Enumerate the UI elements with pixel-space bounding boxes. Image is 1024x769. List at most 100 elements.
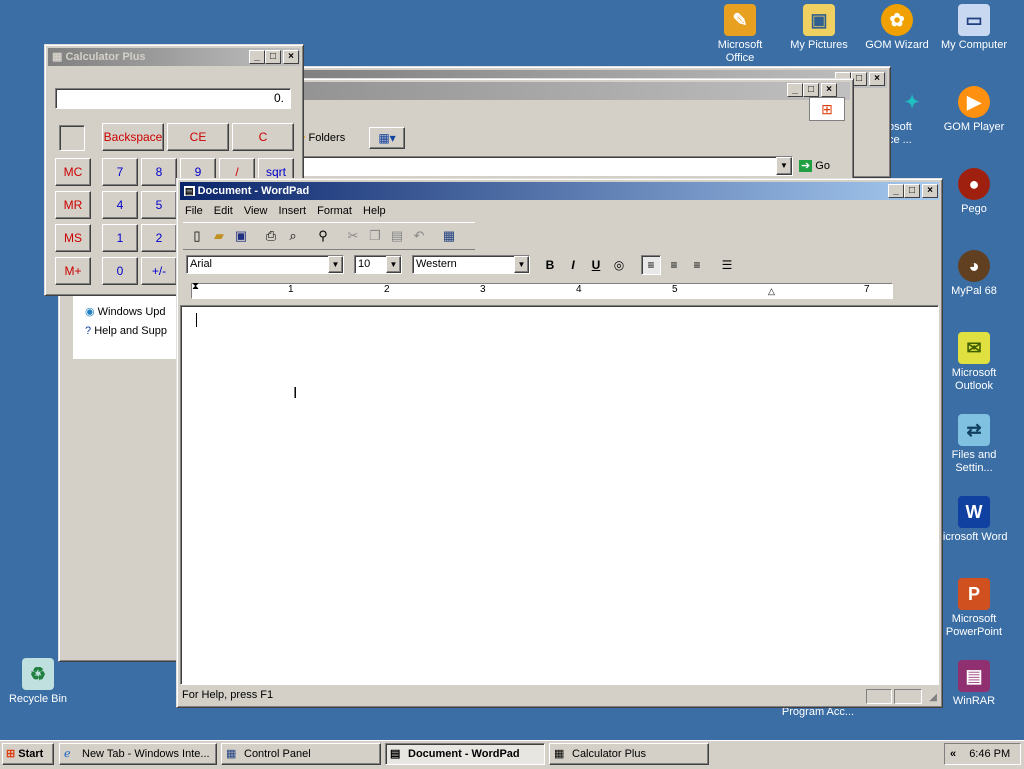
copy-icon[interactable]: ❐ — [365, 226, 385, 246]
taskbar-item-ie[interactable]: ℯ New Tab - Windows Inte... — [59, 743, 217, 765]
folders-button[interactable]: ▰ Folders — [297, 127, 361, 149]
taskbar-item-control-panel[interactable]: ▦ Control Panel — [221, 743, 381, 765]
bold-icon[interactable]: B — [540, 255, 560, 275]
align-left-icon[interactable]: ≡ — [641, 255, 661, 275]
taskbar-item-calculator[interactable]: ▦ Calculator Plus — [549, 743, 709, 765]
find-icon[interactable]: ⚲ — [313, 226, 333, 246]
tray-expand-button[interactable]: « — [950, 748, 956, 760]
save-icon[interactable]: ▣ — [231, 226, 251, 246]
windows-logo-icon: ⊞ — [809, 97, 845, 121]
color-icon[interactable]: ◎ — [609, 255, 629, 275]
italic-icon[interactable]: I — [563, 255, 583, 275]
go-button[interactable]: ➔ Go — [799, 156, 843, 176]
desktop-icon-label: osoft ce ... — [888, 121, 912, 146]
right-indent-marker[interactable]: △ — [768, 286, 775, 297]
memory-add-button[interactable]: M+ — [55, 257, 91, 285]
desktop-icon-gom-wizard[interactable]: ✿ GOM Wizard — [859, 4, 935, 52]
sign-toggle-button[interactable]: +/- — [141, 257, 177, 285]
taskbar-item-wordpad[interactable]: ▤ Document - WordPad — [385, 743, 545, 765]
menu-file[interactable]: File — [185, 205, 203, 217]
bullets-icon[interactable]: ☰ — [717, 255, 737, 275]
print-icon[interactable]: ⎙ — [261, 226, 281, 246]
cut-icon[interactable]: ✂ — [343, 226, 363, 246]
digit-1-button[interactable]: 1 — [102, 224, 138, 252]
backspace-button[interactable]: Backspace — [102, 123, 164, 151]
document-text-area[interactable]: I — [180, 305, 939, 685]
align-right-icon[interactable]: ≡ — [687, 255, 707, 275]
desktop-icon-pego[interactable]: ● Pego — [936, 168, 1012, 216]
digit-7-button[interactable]: 7 — [102, 158, 138, 186]
chevron-down-icon[interactable]: ▼ — [514, 256, 529, 273]
menu-view[interactable]: View — [244, 205, 268, 217]
address-dropdown-button[interactable]: ▼ — [776, 157, 792, 175]
clear-entry-button[interactable]: CE — [167, 123, 229, 151]
clear-button[interactable]: C — [232, 123, 294, 151]
script-select[interactable]: Western ▼ — [412, 255, 530, 274]
close-button[interactable]: × — [283, 50, 299, 64]
system-tray: « 6:46 PM — [944, 743, 1021, 765]
close-button[interactable]: × — [869, 72, 885, 86]
digit-0-button[interactable]: 0 — [102, 257, 138, 285]
resize-grip-icon[interactable]: ◢ — [929, 689, 937, 706]
align-center-icon[interactable]: ≡ — [664, 255, 684, 275]
minimize-button[interactable]: _ — [888, 184, 904, 198]
desktop-icon-my-computer[interactable]: ▭ My Computer — [936, 4, 1012, 52]
menu-format[interactable]: Format — [317, 205, 352, 217]
ruler-tick-label: 3 — [480, 284, 486, 295]
font-select[interactable]: Arial ▼ — [186, 255, 344, 274]
close-button[interactable]: × — [821, 83, 837, 97]
open-folder-icon[interactable]: ▰ — [209, 226, 229, 246]
desktop-icon-files-settings[interactable]: ⇄ Files and Settin... — [936, 414, 1012, 475]
start-button[interactable]: ⊞ Start — [2, 743, 54, 765]
ruler[interactable]: ⧗ 1 2 3 4 5 △ 7 — [191, 281, 893, 299]
desktop-icon-powerpoint[interactable]: P Microsoft PowerPoint — [936, 578, 1012, 639]
task-item-windows-update[interactable]: ◉ Windows Upd — [85, 305, 166, 318]
control-panel-icon: ▦ — [226, 748, 237, 760]
desktop-icon-winrar[interactable]: ▤ WinRAR — [936, 660, 1012, 708]
desktop-icon-label: Microsoft Office — [717, 39, 763, 64]
wordpad-window: ▤ Document - WordPad _ □ × File Edit Vie… — [176, 178, 943, 708]
task-item-help-support[interactable]: ? Help and Supp — [85, 325, 167, 337]
print-preview-icon[interactable]: ⌕ — [283, 226, 303, 246]
underline-icon[interactable]: U — [586, 255, 606, 275]
chevron-down-icon[interactable]: ▼ — [386, 256, 401, 273]
address-input[interactable]: ▼ — [297, 156, 793, 176]
windows-update-icon: ◉ — [85, 306, 95, 318]
desktop-icon-outlook[interactable]: ✉ Microsoft Outlook — [936, 332, 1012, 393]
memory-store-button[interactable]: MS — [55, 224, 91, 252]
paste-icon[interactable]: ▤ — [387, 226, 407, 246]
start-label: Start — [18, 748, 44, 760]
memory-clear-button[interactable]: MC — [55, 158, 91, 186]
mypal-icon: ◕ — [958, 250, 990, 282]
status-panel — [866, 689, 892, 704]
menu-help[interactable]: Help — [363, 205, 386, 217]
desktop-icon-word[interactable]: W licrosoft Word — [936, 496, 1012, 544]
go-arrow-icon: ➔ — [799, 160, 813, 172]
left-indent-marker[interactable]: ⧗ — [192, 281, 199, 292]
insert-datetime-icon[interactable]: ▦ — [439, 226, 459, 246]
menu-edit[interactable]: Edit — [214, 205, 233, 217]
digit-2-button[interactable]: 2 — [141, 224, 177, 252]
maximize-button[interactable]: □ — [904, 184, 920, 198]
chevron-down-icon[interactable]: ▼ — [328, 256, 343, 273]
digit-8-button[interactable]: 8 — [141, 158, 177, 186]
views-button[interactable]: ▦▾ — [369, 127, 405, 149]
desktop-icon-my-pictures[interactable]: ▣ My Pictures — [781, 4, 857, 52]
desktop-icon-gom-player[interactable]: ▶ GOM Player — [936, 86, 1012, 134]
digit-5-button[interactable]: 5 — [141, 191, 177, 219]
maximize-button[interactable]: □ — [803, 83, 819, 97]
minimize-button[interactable]: _ — [787, 83, 803, 97]
memory-recall-button[interactable]: MR — [55, 191, 91, 219]
desktop-icon-recycle-bin[interactable]: ♻ Recycle Bin — [0, 658, 76, 706]
font-size-select[interactable]: 10 ▼ — [354, 255, 402, 274]
new-document-icon[interactable]: ▯ — [187, 226, 207, 246]
menu-insert[interactable]: Insert — [279, 205, 307, 217]
maximize-button[interactable]: □ — [265, 50, 281, 64]
close-button[interactable]: × — [922, 184, 938, 198]
digit-4-button[interactable]: 4 — [102, 191, 138, 219]
undo-icon[interactable]: ↶ — [409, 226, 429, 246]
desktop-icon-label: Pego — [961, 203, 987, 215]
desktop-icon-mypal[interactable]: ◕ MyPal 68 — [936, 250, 1012, 298]
minimize-button[interactable]: _ — [249, 50, 265, 64]
desktop-icon-microsoft-office[interactable]: ✎ Microsoft Office — [702, 4, 778, 65]
